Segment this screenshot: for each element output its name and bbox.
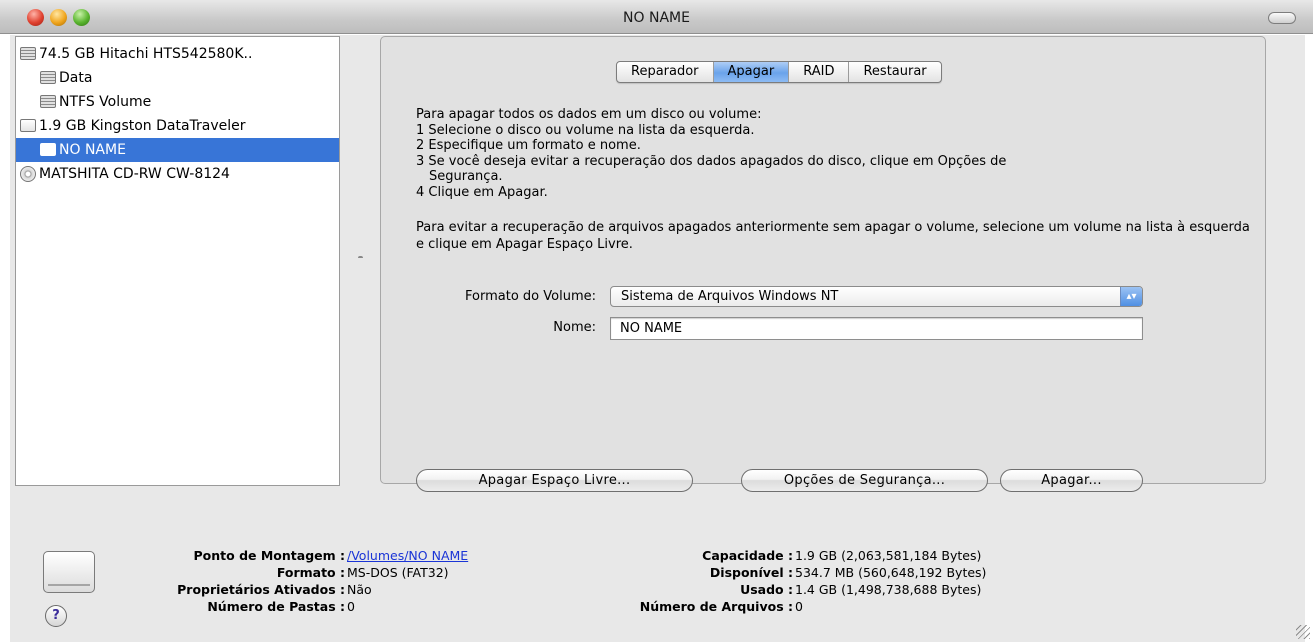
instruction-line: 3 Se você deseja evitar a recuperação do… (416, 153, 1007, 169)
disk-list-item-label: 74.5 GB Hitachi HTS542580K.. (39, 46, 253, 62)
tab-panel (380, 36, 1266, 484)
disk-list[interactable]: 74.5 GB Hitachi HTS542580K.. Data NTFS V… (15, 36, 340, 486)
tab-raid[interactable]: RAID (789, 62, 850, 82)
instruction-line: 1 Selecione o disco ou volume na lista d… (416, 122, 755, 138)
usb-drive-icon (20, 119, 36, 132)
hard-drive-icon (20, 47, 36, 60)
erase-button[interactable]: Apagar... (1000, 469, 1143, 492)
disk-list-item-label: 1.9 GB Kingston DataTraveler (39, 118, 246, 134)
volume-icon (40, 71, 56, 84)
used-value: 1.4 GB (1,498,738,688 Bytes) (795, 582, 982, 597)
available-value: 534.7 MB (560,648,192 Bytes) (795, 565, 987, 580)
disk-list-item-selected[interactable]: NO NAME (16, 138, 339, 162)
tab-apagar[interactable]: Apagar (713, 62, 790, 82)
disk-list-item[interactable]: Data (16, 66, 339, 90)
erase-free-space-button[interactable]: Apagar Espaço Livre... (416, 469, 693, 492)
format-label: Formato do Volume: (465, 289, 596, 304)
files-value: 0 (795, 599, 803, 614)
split-view-handle[interactable] (358, 256, 363, 260)
tab-restaurar[interactable]: Restaurar (849, 62, 940, 82)
instruction-line: 2 Especifique um formato e nome. (416, 138, 641, 153)
volume-format-value: Sistema de Arquivos Windows NT (621, 289, 839, 304)
updown-arrows-icon: ▴▾ (1120, 287, 1142, 306)
volume-name-field[interactable] (610, 317, 1143, 340)
mount-point-key: Ponto de Montagem : (193, 548, 345, 563)
title-bar: NO NAME (0, 0, 1313, 34)
mount-point-value[interactable]: /Volumes/NO NAME (347, 547, 468, 564)
capacity-key: Capacidade : (702, 548, 793, 563)
owners-key: Proprietários Ativados : (177, 582, 345, 597)
free-space-note: Para evitar a recuperação de arquivos ap… (416, 220, 1250, 252)
disk-list-item[interactable]: NTFS Volume (16, 90, 339, 114)
volume-format-select[interactable]: Sistema de Arquivos Windows NT ▴▾ (610, 286, 1143, 307)
folders-value: 0 (347, 599, 355, 614)
cd-drive-icon (20, 166, 36, 182)
available-key: Disponível : (709, 565, 793, 580)
disk-list-item[interactable]: 74.5 GB Hitachi HTS542580K.. (16, 42, 339, 66)
erase-instructions: Para apagar todos os dados em um disco o… (416, 107, 1256, 200)
mount-point-link[interactable]: /Volumes/NO NAME (347, 548, 468, 563)
capacity-value: 1.9 GB (2,063,581,184 Bytes) (795, 548, 982, 563)
disk-list-item-label: Data (59, 70, 93, 86)
used-key: Usado : (740, 582, 793, 597)
resize-grip-icon[interactable] (1296, 625, 1310, 639)
window-title: NO NAME (623, 10, 690, 26)
volume-icon (40, 95, 56, 108)
folders-key: Número de Pastas : (207, 599, 345, 614)
disk-list-item[interactable]: MATSHITA CD-RW CW-8124 (16, 162, 339, 186)
disk-list-item-label: NTFS Volume (59, 94, 152, 110)
tab-reparador[interactable]: Reparador (617, 62, 714, 82)
instruction-line: 4 Clique em Apagar. (416, 184, 548, 200)
format-key: Formato : (276, 565, 345, 580)
owners-value: Não (347, 582, 372, 597)
security-options-button[interactable]: Opções de Segurança... (741, 469, 988, 492)
disk-list-item[interactable]: 1.9 GB Kingston DataTraveler (16, 114, 339, 138)
disk-list-item-label: MATSHITA CD-RW CW-8124 (39, 166, 230, 182)
name-label: Nome: (553, 320, 596, 335)
files-key: Número de Arquivos : (639, 599, 793, 614)
instruction-line: Segurança. (429, 169, 503, 184)
toolbar-toggle-button[interactable] (1268, 12, 1296, 24)
instruction-line: Para apagar todos os dados em um disco o… (416, 107, 762, 122)
disk-list-item-label: NO NAME (59, 142, 126, 158)
help-button[interactable]: ? (45, 605, 67, 627)
selected-volume-icon (43, 551, 95, 593)
format-value: MS-DOS (FAT32) (347, 565, 449, 580)
usb-volume-icon (40, 143, 56, 156)
tab-bar: Reparador Apagar RAID Restaurar (616, 61, 942, 83)
